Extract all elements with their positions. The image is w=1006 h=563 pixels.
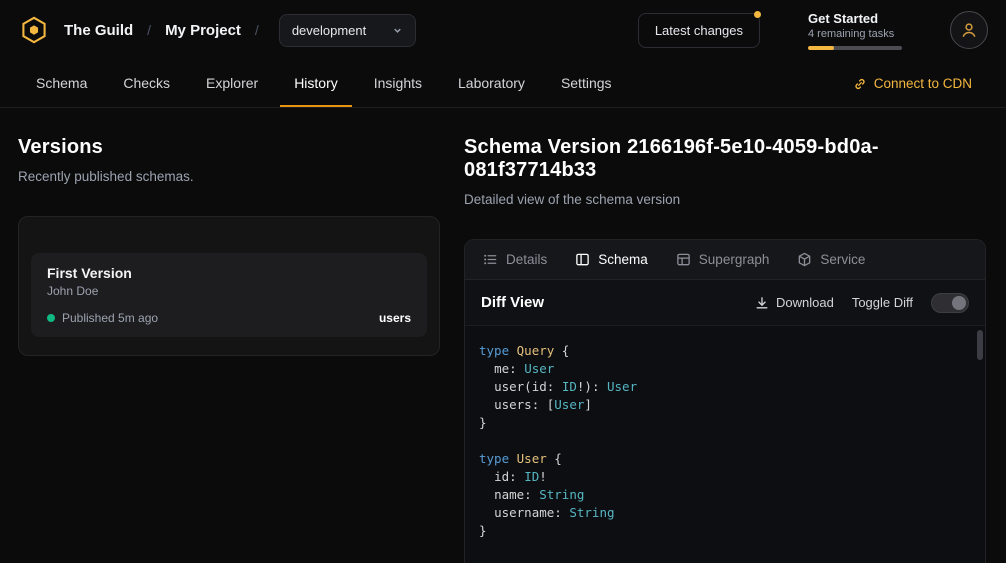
- environment-select[interactable]: development: [279, 14, 416, 47]
- version-name: First Version: [47, 265, 411, 281]
- chevron-down-icon: [392, 25, 403, 36]
- breadcrumb-project[interactable]: My Project: [165, 22, 241, 39]
- breadcrumb-separator: /: [147, 22, 151, 38]
- breadcrumb-separator: /: [255, 22, 259, 38]
- published-status-dot: [47, 314, 55, 322]
- versions-card: First Version John Doe Published 5m ago …: [18, 216, 440, 356]
- download-button[interactable]: Download: [755, 295, 834, 310]
- schema-version-panel: Details Schema Supergraph Service Diff View…: [464, 239, 986, 563]
- version-service-badge: users: [379, 311, 411, 325]
- version-status: Published 5m ago: [62, 311, 158, 325]
- code-line: username: String: [479, 504, 965, 522]
- schema-code-block: type Query { me: User user(id: ID!): Use…: [465, 325, 985, 563]
- toggle-diff-label: Toggle Diff: [852, 295, 913, 310]
- code-line: }: [479, 414, 965, 432]
- code-scrollbar[interactable]: [977, 328, 983, 561]
- schema-version-column: Schema Version 2166196f-5e10-4059-bd0a-0…: [464, 108, 1006, 563]
- get-started-title: Get Started: [808, 11, 902, 26]
- versions-subtitle: Recently published schemas.: [18, 169, 440, 184]
- code-line: id: ID!: [479, 468, 965, 486]
- detail-tab-details[interactable]: Details: [483, 252, 547, 267]
- get-started-progress-fill: [808, 46, 834, 50]
- detail-tab-supergraph[interactable]: Supergraph: [676, 252, 770, 267]
- versions-title: Versions: [18, 136, 440, 159]
- main-content: Versions Recently published schemas. Fir…: [0, 108, 1006, 563]
- connect-cdn-label: Connect to CDN: [874, 76, 972, 91]
- detail-tab-label: Service: [820, 252, 865, 267]
- main-nav-tabs: SchemaChecksExplorerHistoryInsightsLabor…: [22, 60, 626, 107]
- code-line: users: [User]: [479, 396, 965, 414]
- nav-tab-insights[interactable]: Insights: [360, 60, 436, 107]
- schema-icon: [575, 252, 590, 267]
- code-line: user(id: ID!): User: [479, 378, 965, 396]
- nav-tab-laboratory[interactable]: Laboratory: [444, 60, 539, 107]
- schema-version-tabs: Details Schema Supergraph Service: [465, 240, 985, 280]
- download-label: Download: [776, 295, 834, 310]
- code-line: name: String: [479, 486, 965, 504]
- diff-toggle-switch[interactable]: [931, 293, 969, 313]
- detail-tab-schema[interactable]: Schema: [575, 252, 648, 267]
- code-line: }: [479, 522, 965, 540]
- list-icon: [483, 252, 498, 267]
- avatar[interactable]: [950, 11, 988, 49]
- connect-cdn-link[interactable]: Connect to CDN: [853, 76, 984, 91]
- main-nav: SchemaChecksExplorerHistoryInsightsLabor…: [0, 60, 1006, 108]
- top-header: The Guild / My Project / development Lat…: [0, 0, 1006, 60]
- link-icon: [853, 77, 867, 91]
- environment-select-value: development: [292, 23, 366, 38]
- schema-version-title: Schema Version 2166196f-5e10-4059-bd0a-0…: [464, 136, 986, 182]
- versions-column: Versions Recently published schemas. Fir…: [0, 108, 464, 563]
- get-started-subtitle: 4 remaining tasks: [808, 28, 902, 40]
- user-icon: [959, 20, 979, 40]
- hive-logo-icon[interactable]: [18, 14, 50, 46]
- nav-tab-explorer[interactable]: Explorer: [192, 60, 272, 107]
- latest-changes-button[interactable]: Latest changes: [638, 13, 760, 48]
- latest-changes-label: Latest changes: [655, 23, 743, 38]
- code-line: [479, 432, 965, 450]
- breadcrumb: The Guild / My Project /: [64, 22, 259, 39]
- code-scrollbar-thumb[interactable]: [977, 330, 983, 360]
- nav-tab-checks[interactable]: Checks: [109, 60, 184, 107]
- nav-tab-settings[interactable]: Settings: [547, 60, 626, 107]
- version-author: John Doe: [47, 284, 411, 298]
- schema-version-subtitle: Detailed view of the schema version: [464, 192, 986, 207]
- service-icon: [797, 252, 812, 267]
- download-icon: [755, 296, 769, 310]
- detail-tab-label: Schema: [598, 252, 648, 267]
- get-started-widget[interactable]: Get Started 4 remaining tasks: [808, 11, 902, 50]
- toggle-knob: [952, 296, 966, 310]
- code-line: type User {: [479, 450, 965, 468]
- nav-tab-history[interactable]: History: [280, 60, 352, 107]
- code-line: type Query {: [479, 342, 965, 360]
- detail-tab-label: Supergraph: [699, 252, 770, 267]
- notification-dot: [754, 11, 761, 18]
- nav-tab-schema[interactable]: Schema: [22, 60, 101, 107]
- diff-view-title: Diff View: [481, 294, 544, 311]
- diff-header: Diff View Download Toggle Diff: [465, 280, 985, 325]
- get-started-progress: [808, 46, 902, 50]
- detail-tab-service[interactable]: Service: [797, 252, 865, 267]
- code-line: me: User: [479, 360, 965, 378]
- breadcrumb-org[interactable]: The Guild: [64, 22, 133, 39]
- detail-tab-label: Details: [506, 252, 547, 267]
- supergraph-icon: [676, 252, 691, 267]
- version-list-item[interactable]: First Version John Doe Published 5m ago …: [31, 253, 427, 337]
